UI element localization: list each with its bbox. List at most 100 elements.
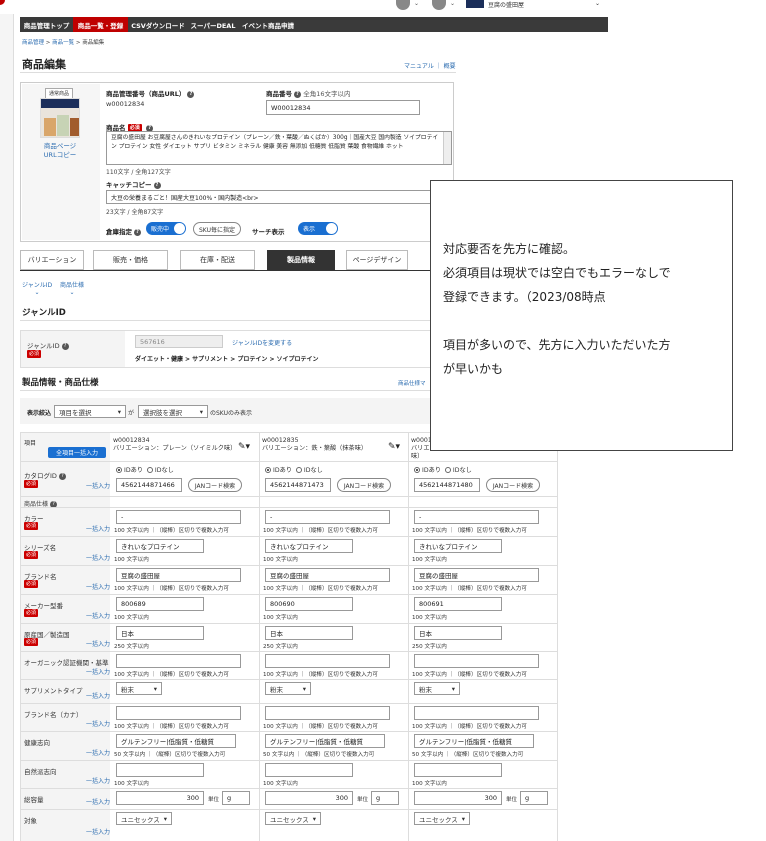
bulk-input-link[interactable]: 一括入力 (86, 639, 110, 648)
spec-value-input[interactable]: 300 (116, 791, 204, 805)
edit-pencil-icon[interactable]: ✎▾ (388, 442, 400, 452)
spec-side-link[interactable]: 商品仕様マ (398, 379, 426, 387)
nav-tab-top[interactable]: 商品管理トップ (20, 17, 73, 32)
spec-value-input[interactable]: きれいなプロテイン (265, 539, 353, 553)
spec-value-input[interactable]: 豆腐の盛田屋 (414, 568, 539, 582)
spec-value-input[interactable] (414, 654, 539, 668)
radio-id-yes[interactable] (265, 467, 271, 473)
copy-page-url-link[interactable]: 商品ページ URLコピー (38, 142, 82, 160)
radio-id-yes[interactable] (414, 467, 420, 473)
jump-link-genre[interactable]: ジャンルID ⌄ (22, 280, 52, 296)
spec-value-input[interactable]: 800691 (414, 597, 502, 611)
radio-id-no[interactable] (295, 467, 302, 473)
item-no-input[interactable]: W00012834 (266, 100, 420, 115)
bulk-input-link[interactable]: 一括入力 (86, 691, 110, 700)
help-icon[interactable]: ? (134, 228, 141, 236)
catalog-radio-group[interactable]: IDあり IDなし (116, 465, 174, 474)
search-display-toggle[interactable]: 表示 (298, 222, 338, 235)
tab-product-info[interactable]: 製品情報 (267, 250, 335, 270)
help-icon[interactable]: ? (294, 90, 301, 98)
unit-input[interactable]: g (520, 791, 548, 805)
spec-value-select[interactable]: ユニセックス ▾ (116, 812, 172, 825)
bulk-input-link[interactable]: 一括入力 (86, 748, 110, 757)
nav-tab-list[interactable]: 商品一覧・登録 (73, 17, 128, 32)
spec-value-input[interactable]: 300 (414, 791, 502, 805)
filter-option-select[interactable]: 選択肢を選択 ▾ (138, 405, 208, 418)
spec-value-input[interactable]: きれいなプロテイン (414, 539, 502, 553)
radio-id-no[interactable] (444, 467, 451, 473)
bulk-input-link[interactable]: 一括入力 (86, 582, 110, 591)
jan-search-button[interactable]: JANコード検索 (486, 478, 540, 492)
spec-value-input[interactable]: 300 (265, 791, 353, 805)
spec-value-input[interactable] (414, 706, 539, 720)
spec-value-input[interactable]: 日本 (265, 626, 353, 640)
bulk-input-link[interactable]: 一括入力 (86, 553, 110, 562)
spec-value-input[interactable] (265, 763, 353, 777)
catalog-radio-group[interactable]: IDあり IDなし (414, 465, 472, 474)
edit-pencil-icon[interactable]: ✎▾ (238, 442, 250, 452)
spec-value-select[interactable]: ユニセックス ▾ (265, 812, 321, 825)
bulk-input-link[interactable]: 一括入力 (86, 719, 110, 728)
spec-value-input[interactable] (116, 706, 241, 720)
breadcrumb-item[interactable]: 商品一覧 (52, 40, 74, 46)
store-selector[interactable]: 豆腐の盛田屋 ⌄ (488, 0, 600, 9)
spec-value-input[interactable]: - (116, 510, 241, 524)
spec-value-input[interactable]: グルテンフリー|低脂質・低糖質 (414, 734, 534, 748)
bulk-input-link[interactable]: 一括入力 (86, 776, 110, 785)
bulk-input-link[interactable]: 一括入力 (86, 797, 110, 806)
help-icon[interactable]: ? (187, 90, 195, 98)
jan-search-button[interactable]: JANコード検索 (188, 478, 242, 492)
spec-value-input[interactable]: 日本 (414, 626, 502, 640)
radio-id-no[interactable] (146, 467, 153, 473)
spec-value-input[interactable]: きれいなプロテイン (116, 539, 204, 553)
spec-value-input[interactable]: 800689 (116, 597, 204, 611)
spec-value-input[interactable]: 豆腐の盛田屋 (116, 568, 241, 582)
help-icon[interactable]: ? (58, 472, 66, 480)
bulk-all-button[interactable]: 全項目一括入力 (48, 447, 106, 458)
spec-value-input[interactable]: グルテンフリー|低脂質・低糖質 (116, 734, 236, 748)
unit-input[interactable]: g (222, 791, 250, 805)
manual-link[interactable]: マニュアル ｜ 概要 (404, 61, 456, 70)
jan-input[interactable]: 4562144871473 (265, 478, 331, 492)
tab-variation[interactable]: バリエーション (20, 250, 84, 270)
bulk-input-link[interactable]: 一括入力 (86, 524, 110, 533)
catch-copy-input[interactable]: 大豆の栄養まるごと！国産大豆100%・国内製造<br> (106, 190, 452, 204)
breadcrumb-item[interactable]: 商品管理 (22, 40, 44, 46)
help-icon[interactable]: ? (153, 181, 161, 189)
help-icon[interactable]: ? (61, 342, 69, 350)
spec-value-input[interactable]: 豆腐の盛田屋 (265, 568, 390, 582)
sku-specify-button[interactable]: SKU毎に指定 (193, 222, 241, 236)
nav-tab-event[interactable]: イベント商品申請 (238, 17, 298, 32)
jan-search-button[interactable]: JANコード検索 (337, 478, 391, 492)
spec-value-select[interactable]: 粉末 ▾ (116, 682, 162, 695)
spec-value-input[interactable] (414, 763, 502, 777)
jan-input[interactable]: 4562144871466 (116, 478, 182, 492)
spec-value-select[interactable]: ユニセックス ▾ (414, 812, 470, 825)
product-name-textarea[interactable]: 豆腐の盛田屋 お豆腐屋さんのきれいなプロテイン（プレーン／鉄・葉酸／ぬくばか）3… (106, 131, 452, 165)
bulk-input-link[interactable]: 一括入力 (86, 667, 110, 676)
spec-value-input[interactable] (116, 763, 204, 777)
tab-stock-shipping[interactable]: 在庫・配送 (180, 250, 255, 270)
unit-input[interactable]: g (371, 791, 399, 805)
jan-input[interactable]: 4562144871480 (414, 478, 480, 492)
spec-value-input[interactable] (265, 654, 390, 668)
spec-value-input[interactable]: - (414, 510, 539, 524)
scrollbar[interactable] (443, 132, 451, 164)
spec-value-input[interactable]: グルテンフリー|低脂質・低糖質 (265, 734, 385, 748)
bulk-input-link[interactable]: 一括入力 (86, 827, 110, 836)
spec-value-input[interactable] (265, 706, 390, 720)
spec-value-input[interactable]: - (265, 510, 390, 524)
spec-value-select[interactable]: 粉末 ▾ (414, 682, 460, 695)
change-genre-link[interactable]: ジャンルIDを変更する (232, 338, 292, 347)
warehouse-toggle[interactable]: 販売中 (146, 222, 186, 235)
nav-tab-superdeal[interactable]: スーパーDEAL (188, 17, 238, 32)
spec-value-input[interactable] (116, 654, 241, 668)
bulk-input-link[interactable]: 一括入力 (86, 611, 110, 620)
chevron-down-icon[interactable]: ⌄ (450, 0, 455, 7)
spec-value-input[interactable]: 800690 (265, 597, 353, 611)
catalog-radio-group[interactable]: IDあり IDなし (265, 465, 323, 474)
radio-id-yes[interactable] (116, 467, 122, 473)
chevron-down-icon[interactable]: ⌄ (414, 0, 419, 7)
tab-sales-price[interactable]: 販売・価格 (93, 250, 168, 270)
spec-value-select[interactable]: 粉末 ▾ (265, 682, 311, 695)
